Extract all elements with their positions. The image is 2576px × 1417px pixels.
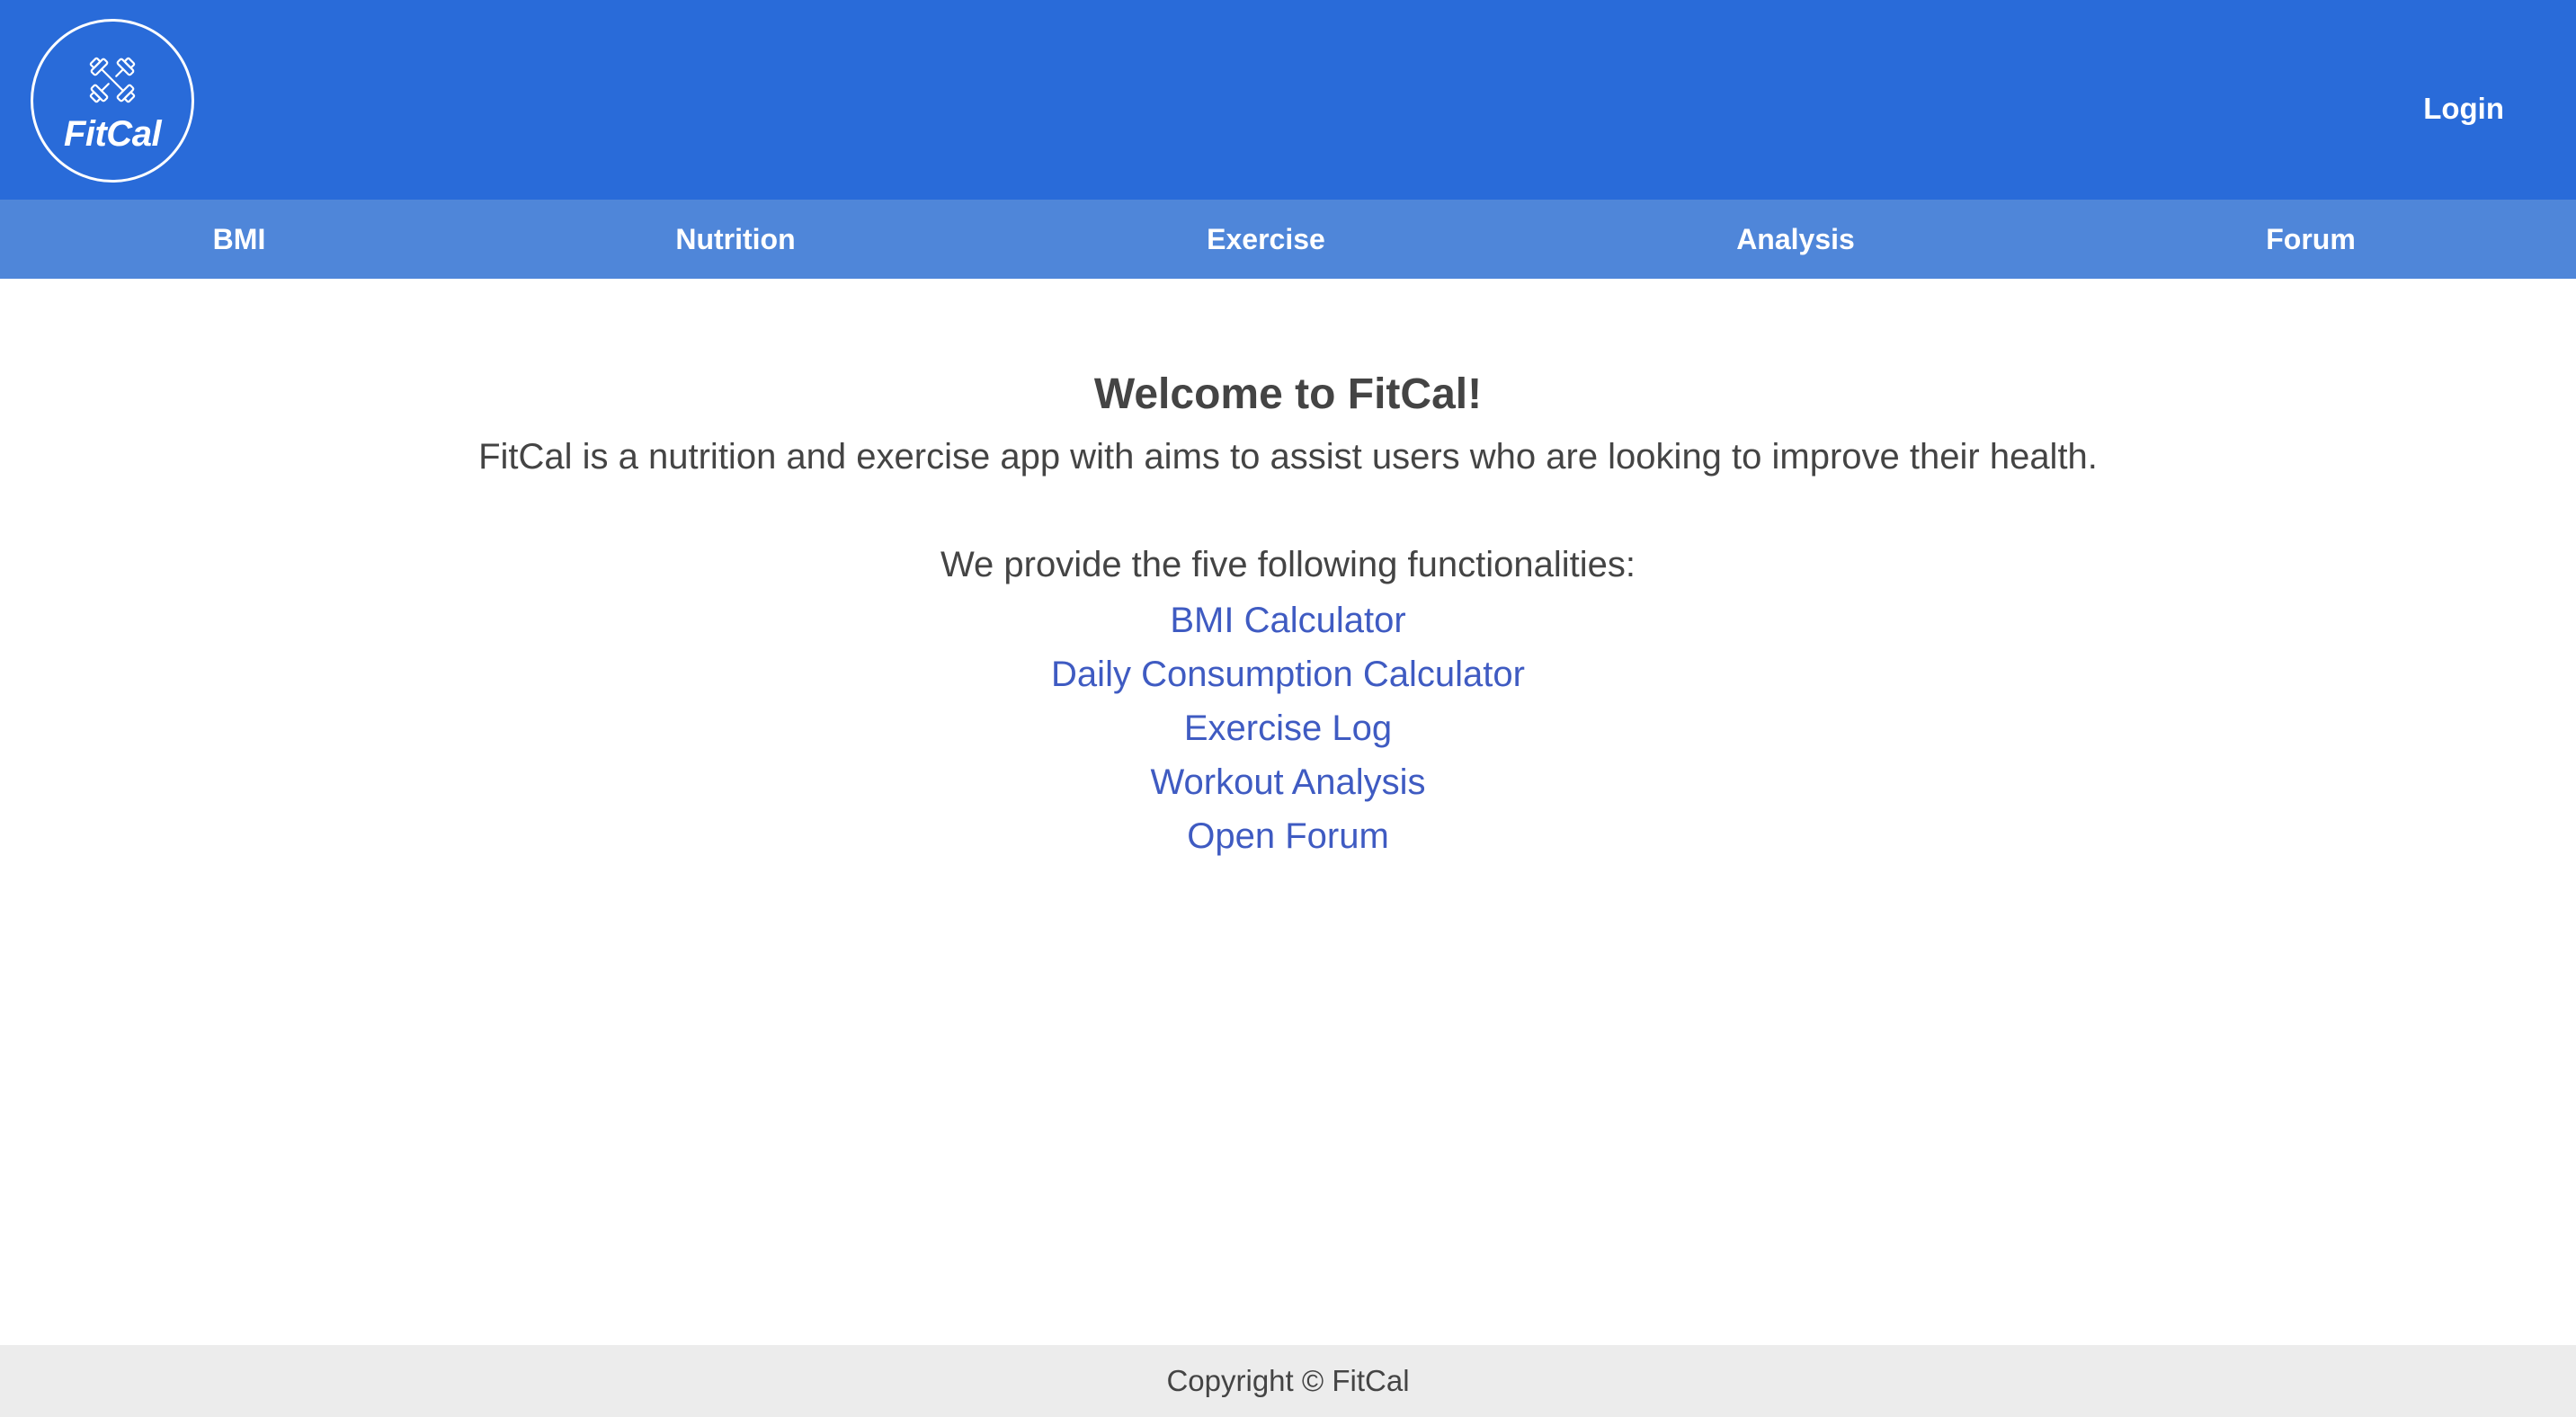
list-item: Workout Analysis	[0, 755, 2576, 809]
features-heading: We provide the five following functional…	[940, 545, 1636, 584]
site-header: FitCal Login	[0, 0, 2576, 200]
fitcal-logo[interactable]: FitCal	[31, 19, 194, 183]
link-label: Exercise Log	[1183, 708, 1393, 748]
nav-item-bmi[interactable]: BMI	[213, 200, 266, 279]
page-title: Welcome to FitCal!	[1093, 370, 1483, 418]
dumbbells-icon	[89, 57, 136, 103]
daily-consumption-calculator-link[interactable]: Daily Consumption Calculator	[0, 647, 2576, 701]
workout-analysis-link[interactable]: Workout Analysis	[0, 755, 2576, 809]
nav-item-exercise[interactable]: Exercise	[1207, 200, 1325, 279]
open-forum-link[interactable]: Open Forum	[0, 809, 2576, 863]
nav-item-nutrition[interactable]: Nutrition	[675, 200, 795, 279]
list-item: Daily Consumption Calculator	[0, 647, 2576, 701]
nav-item-analysis[interactable]: Analysis	[1736, 200, 1855, 279]
copyright-text: Copyright © FitCal	[1166, 1364, 1410, 1397]
list-item: Exercise Log	[0, 701, 2576, 755]
logo-text: FitCal	[63, 114, 162, 154]
link-label: Open Forum	[1187, 816, 1389, 856]
link-label: BMI Calculator	[1170, 601, 1406, 640]
link-label: Workout Analysis	[1150, 762, 1426, 802]
main-nav: BMI Nutrition Exercise Analysis Forum	[0, 200, 2576, 279]
list-item: Open Forum	[0, 809, 2576, 863]
bmi-calculator-link[interactable]: BMI Calculator	[0, 593, 2576, 647]
link-label: Daily Consumption Calculator	[1051, 655, 1525, 694]
feature-list: BMI Calculator Daily Consumption Calcula…	[0, 593, 2576, 863]
intro-text: FitCal is a nutrition and exercise app w…	[478, 437, 2098, 477]
site-footer: Copyright © FitCal	[0, 1345, 2576, 1417]
list-item: BMI Calculator	[0, 593, 2576, 647]
exercise-log-link[interactable]: Exercise Log	[0, 701, 2576, 755]
main-content: Welcome to FitCal! FitCal is a nutrition…	[0, 279, 2576, 1345]
nav-item-forum[interactable]: Forum	[2266, 200, 2356, 279]
login-link[interactable]: Login	[2423, 88, 2504, 129]
app-root: FitCal Login BMI Nutrition Exercise Anal…	[0, 0, 2576, 1417]
